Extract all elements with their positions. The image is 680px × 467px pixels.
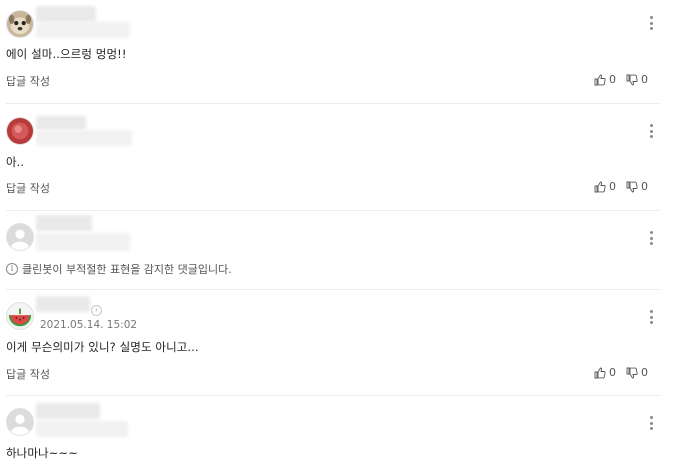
more-vertical-icon[interactable] [648,231,654,245]
comment-text: 에이 설마..으르렁 멍멍!! [6,47,127,61]
dislike-button[interactable]: 0 [626,180,648,193]
username-blurred [36,6,96,22]
reply-button[interactable]: 답글 작성 [6,366,50,382]
thumbs-down-icon [626,181,638,192]
avatar[interactable] [6,408,34,436]
watermelon-avatar-icon [7,303,33,329]
more-vertical-icon[interactable] [648,310,654,324]
more-vertical-icon[interactable] [648,416,654,430]
thumbs-up-icon [594,74,606,85]
avatar[interactable] [6,302,34,330]
dislike-button[interactable]: 0 [626,366,648,379]
vote-group: 0 0 [594,366,648,379]
dislike-count: 0 [641,366,648,379]
default-avatar-icon [7,409,33,435]
comment-date: 2021.05.14. 15:02 [40,319,138,331]
comment-item: i 클린봇이 부적절한 표현을 감지한 댓글입니다. [0,211,668,289]
thumbs-down-icon [626,74,638,85]
cleanbot-notice: i 클린봇이 부적절한 표현을 감지한 댓글입니다. [6,261,232,277]
vote-group: 0 0 [594,180,648,193]
dog-avatar-icon [7,11,33,37]
username-blurred [36,296,90,312]
like-button[interactable]: 0 [594,180,616,193]
comment-text: 아.. [6,155,25,169]
username-blurred [36,130,132,146]
comment-item: › 2021.05.14. 15:02 이게 무슨의미가 있니? 실명도 아니고… [0,290,668,395]
comment-item: 에이 설마..으르렁 멍멍!! 답글 작성 0 0 [0,0,668,103]
info-icon: i [6,263,18,275]
thumbs-up-icon [594,367,606,378]
comment-text: 하나마나~~~ [6,446,78,460]
username-blurred [36,22,130,38]
avatar[interactable] [6,117,34,145]
default-avatar-icon [7,224,33,250]
like-count: 0 [609,366,616,379]
comment-item: 하나마나~~~ [0,396,668,467]
reply-button[interactable]: 답글 작성 [6,73,50,89]
like-count: 0 [609,180,616,193]
thumbs-down-icon [626,367,638,378]
more-vertical-icon[interactable] [648,16,654,30]
like-button[interactable]: 0 [594,73,616,86]
like-button[interactable]: 0 [594,366,616,379]
thumbs-up-icon [594,181,606,192]
more-vertical-icon[interactable] [648,124,654,138]
avatar[interactable] [6,223,34,251]
username-blurred [36,215,92,231]
vote-group: 0 0 [594,73,648,86]
username-blurred [36,403,100,419]
comment-text: 이게 무슨의미가 있니? 실명도 아니고... [6,340,199,354]
username-blurred [36,421,128,437]
like-count: 0 [609,73,616,86]
chevron-right-icon[interactable]: › [91,305,102,316]
dislike-count: 0 [641,73,648,86]
cleanbot-notice-text: 클린봇이 부적절한 표현을 감지한 댓글입니다. [22,263,232,276]
dislike-count: 0 [641,180,648,193]
avatar[interactable] [6,10,34,38]
username-blurred [36,233,130,251]
comment-item: 아.. 답글 작성 0 0 [0,104,668,210]
reply-button[interactable]: 답글 작성 [6,180,50,196]
dislike-button[interactable]: 0 [626,73,648,86]
red-avatar-icon [7,118,33,144]
username-blurred [36,116,86,130]
